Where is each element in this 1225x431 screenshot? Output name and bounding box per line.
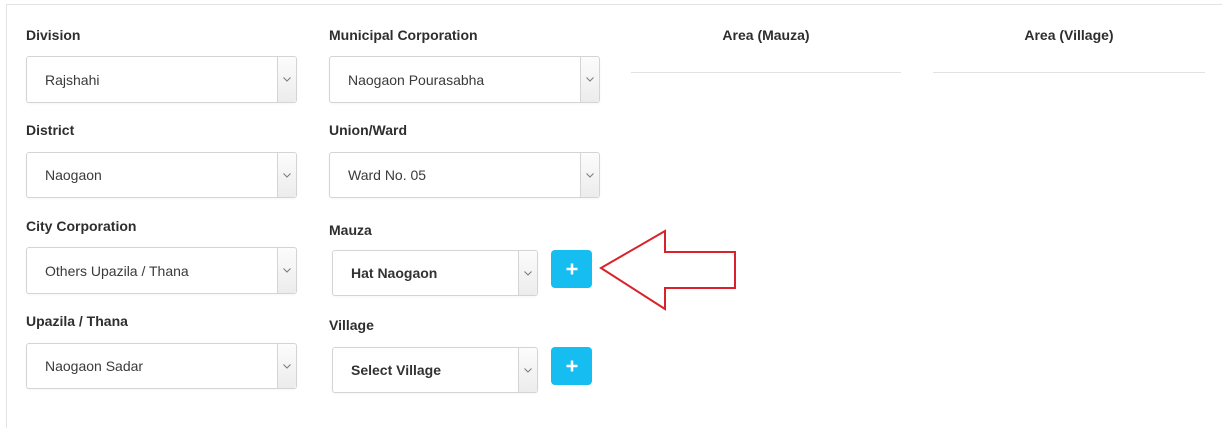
annotation-arrow-icon (599, 229, 736, 311)
municipal-corporation-value: Naogaon Pourasabha (348, 71, 485, 88)
village-value: Select Village (351, 362, 442, 378)
district-select[interactable]: Naogaon (26, 152, 297, 198)
mauza-select[interactable]: Hat Naogaon (332, 250, 538, 296)
district-value: Naogaon (45, 167, 102, 183)
village-label: Village (329, 317, 374, 333)
area-mauza-divider (631, 72, 901, 73)
area-village-header: Area (Village) (1024, 27, 1114, 43)
union-ward-label: Union/Ward (329, 122, 408, 138)
chevron-down-icon (518, 348, 537, 392)
city-corporation-label: City Corporation (26, 218, 137, 234)
area-mauza-header: Area (Mauza) (722, 27, 810, 43)
plus-icon (566, 263, 577, 275)
area-village-divider (933, 72, 1205, 73)
village-select[interactable]: Select Village (332, 347, 538, 393)
add-village-button[interactable] (551, 347, 592, 385)
upazila-value: Naogaon Sadar (45, 358, 144, 374)
chevron-down-icon (518, 251, 537, 295)
district-label: District (26, 122, 75, 138)
chevron-down-icon (580, 57, 599, 102)
union-ward-value: Ward No. 05 (348, 167, 427, 183)
municipal-corporation-select[interactable]: Naogaon Pourasabha (329, 56, 600, 103)
division-value: Rajshahi (45, 71, 100, 88)
plus-icon (566, 360, 577, 372)
chevron-down-icon (277, 153, 296, 197)
municipal-corporation-label: Municipal Corporation (329, 27, 478, 43)
city-corporation-value: Others Upazila / Thana (45, 262, 189, 279)
upazila-select[interactable]: Naogaon Sadar (26, 343, 297, 389)
add-mauza-button[interactable] (551, 250, 592, 288)
chevron-down-icon (277, 248, 296, 293)
division-select[interactable]: Rajshahi (26, 56, 297, 103)
city-corporation-select[interactable]: Others Upazila / Thana (26, 247, 297, 294)
chevron-down-icon (277, 344, 296, 388)
union-ward-select[interactable]: Ward No. 05 (329, 152, 600, 198)
division-label: Division (26, 27, 81, 43)
mauza-value: Hat Naogaon (351, 265, 438, 281)
upazila-label: Upazila / Thana (26, 313, 128, 329)
mauza-label: Mauza (329, 222, 372, 238)
chevron-down-icon (580, 153, 599, 197)
chevron-down-icon (277, 57, 296, 102)
